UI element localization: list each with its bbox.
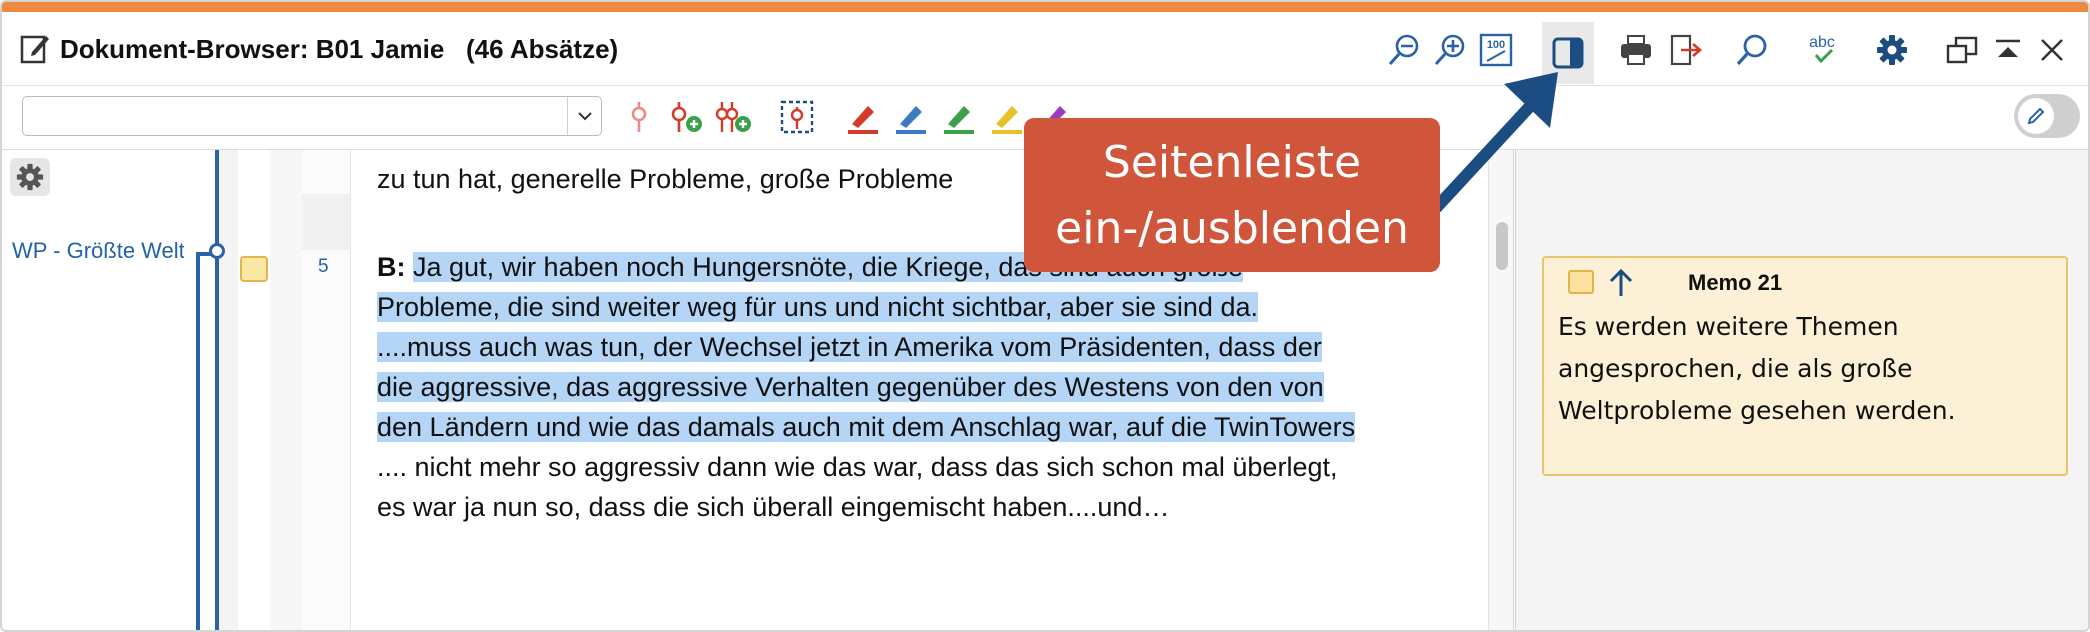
- document-browser-window: Dokument-Browser: B01 Jamie (46 Absätze)…: [0, 0, 2090, 632]
- code-stripe-label[interactable]: WP - Größte Weltprobleme: [12, 238, 184, 264]
- text-line: ....muss auch was tun, der Wechsel jetzt…: [377, 332, 1322, 362]
- settings-gear-icon[interactable]: [1872, 30, 1912, 70]
- speaker-label: B:: [377, 252, 406, 282]
- close-icon[interactable]: [2032, 30, 2072, 70]
- text-line: den Ländern und wie das damals auch mit …: [377, 412, 1356, 442]
- spellcheck-icon[interactable]: abc: [1802, 30, 1842, 70]
- text-line: die aggressive, das aggressive Verhalten…: [377, 372, 1324, 402]
- code-stripe-line[interactable]: [215, 150, 219, 630]
- panel-settings-gear-icon[interactable]: [10, 158, 50, 196]
- highlighter-yellow-icon[interactable]: [988, 98, 1026, 136]
- callout-box: Seitenleiste ein-/ausblenden: [1024, 118, 1440, 272]
- memo-body: Es werden weitere Themen angesprochen, d…: [1558, 312, 1956, 425]
- callout-arrow: [1431, 72, 1558, 213]
- arrow-up-icon[interactable]: [1608, 268, 1634, 298]
- print-icon[interactable]: [1616, 30, 1656, 70]
- vertical-scrollbar[interactable]: [1488, 150, 1514, 630]
- code-stripes-panel: WP - Größte Weltprobleme: [2, 150, 302, 630]
- memo-note-icon[interactable]: [240, 256, 268, 282]
- chevron-down-icon[interactable]: [567, 97, 601, 135]
- stripe-column: [218, 150, 238, 630]
- highlighter-red-icon[interactable]: [844, 98, 882, 136]
- paragraph-number-column: 5: [302, 150, 350, 630]
- code-multiple-add-icon[interactable]: [714, 98, 752, 136]
- export-icon[interactable]: [1666, 30, 1706, 70]
- undock-window-icon[interactable]: [1942, 30, 1982, 70]
- callout-line1: Seitenleiste: [1102, 137, 1362, 188]
- memo-card[interactable]: Memo 21 Es werden weitere Themen angespr…: [1542, 256, 2068, 476]
- sidebar-panel: Memo 21 Es werden weitere Themen angespr…: [1515, 150, 2088, 630]
- paragraph-band: [302, 194, 350, 250]
- edit-document-icon: [20, 32, 50, 64]
- text-line: es war ja nun so, dass die sich überall …: [377, 492, 1170, 522]
- highlighter-blue-icon[interactable]: [892, 98, 930, 136]
- highlighter-green-icon[interactable]: [940, 98, 978, 136]
- code-selector-combobox[interactable]: [22, 96, 602, 136]
- code-stripe-node[interactable]: [209, 243, 225, 259]
- window-accent-stripe: [2, 2, 2088, 12]
- code-icon[interactable]: [620, 98, 658, 136]
- text-line: .... nicht mehr so aggressiv dann wie da…: [377, 452, 1338, 482]
- window-title: Dokument-Browser: B01 Jamie (46 Absätze): [60, 34, 619, 64]
- stripe-column: [270, 150, 302, 630]
- code-add-icon[interactable]: [666, 98, 704, 136]
- memo-title: Memo 21: [1688, 270, 1783, 295]
- callout-line2: ein-/ausblenden: [1055, 203, 1409, 254]
- code-area-icon[interactable]: [778, 98, 816, 136]
- paragraph-number: 5: [318, 256, 329, 277]
- search-icon[interactable]: [1732, 30, 1772, 70]
- memo-note-icon: [1568, 270, 1594, 294]
- collapse-window-icon[interactable]: [1988, 30, 2028, 70]
- zoom-out-icon[interactable]: [1384, 30, 1424, 70]
- text-line: zu tun hat, generelle Probleme, große Pr…: [377, 164, 954, 194]
- edit-mode-toggle[interactable]: [2014, 94, 2080, 138]
- text-line: Probleme, die sind weiter weg für uns un…: [377, 292, 1258, 322]
- scrollbar-thumb[interactable]: [1496, 222, 1508, 270]
- svg-text:100: 100: [1487, 39, 1505, 51]
- pencil-icon: [2018, 98, 2054, 134]
- code-stripe-line[interactable]: [196, 254, 200, 630]
- svg-text:abc: abc: [1809, 34, 1835, 51]
- title-bar: Dokument-Browser: B01 Jamie (46 Absätze)…: [2, 12, 2088, 86]
